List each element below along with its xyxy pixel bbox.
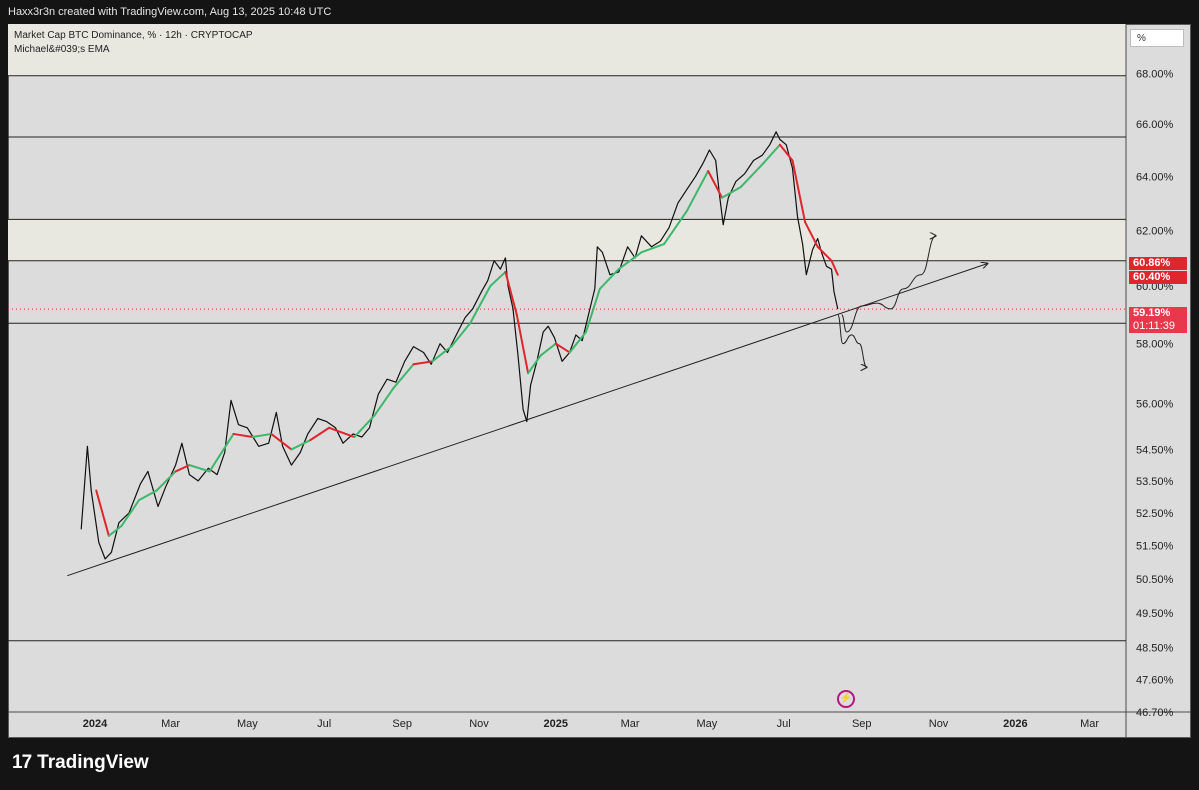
scale-mode-button[interactable]: % xyxy=(1130,29,1184,47)
ema-segment xyxy=(392,363,415,390)
ema-segment xyxy=(95,489,110,537)
ema-segment xyxy=(328,426,356,439)
ema-segment xyxy=(762,143,781,165)
symbol-label[interactable]: Market Cap BTC Dominance, % · 12h · CRYP… xyxy=(14,29,253,43)
x-tick-label: Jul xyxy=(317,718,331,730)
ema-segment xyxy=(373,387,395,417)
y-tick-label: 68.00% xyxy=(1136,68,1174,80)
brand-name: TradingView xyxy=(37,752,149,773)
y-tick-label: 62.00% xyxy=(1136,225,1174,237)
x-tick-label: Nov xyxy=(929,718,949,730)
x-tick-label: 2026 xyxy=(1003,718,1027,730)
bearish-scenario xyxy=(837,314,867,368)
ema-segment xyxy=(707,170,723,199)
ema-segment xyxy=(739,162,765,188)
ema-segment xyxy=(251,432,273,439)
y-tick-label: 46.70% xyxy=(1136,707,1174,719)
x-tick-label: Nov xyxy=(469,718,489,730)
price-chart[interactable]: 68.00%66.00%64.00%62.00%60.00%58.00%56.0… xyxy=(8,24,1191,738)
y-tick-label: 54.50% xyxy=(1136,444,1174,456)
y-tick-label: 49.50% xyxy=(1136,608,1174,620)
x-tick-label: Mar xyxy=(621,718,640,730)
chart-credit: Haxx3r3n created with TradingView.com, A… xyxy=(8,6,332,18)
bar-countdown: 01:11:39 xyxy=(1129,320,1187,333)
top-bar: Haxx3r3n created with TradingView.com, A… xyxy=(0,0,1199,24)
ema-segment xyxy=(685,170,710,213)
ema-segment xyxy=(539,342,557,357)
tradingview-logo-icon: 17 xyxy=(12,752,32,773)
ema-segment xyxy=(232,432,254,439)
ema-segment xyxy=(504,270,518,316)
y-tick-label: 64.00% xyxy=(1136,171,1174,183)
ema-segment xyxy=(568,330,588,354)
price-tag-ema-2: 60.40% xyxy=(1129,271,1187,284)
ema-segment xyxy=(469,285,492,325)
y-tick-label: 53.50% xyxy=(1136,476,1174,488)
tradingview-brand[interactable]: 17 TradingView xyxy=(12,752,149,774)
y-tick-label: 50.50% xyxy=(1136,574,1174,586)
ema-segment xyxy=(120,499,141,528)
lightning-bolt-icon[interactable]: ⚡ xyxy=(837,690,855,708)
x-tick-label: Sep xyxy=(852,718,872,730)
ema-segment xyxy=(138,489,158,502)
ema-segment xyxy=(188,464,211,473)
x-tick-label: Mar xyxy=(1080,718,1099,730)
indicator-label[interactable]: Michael&#039;s EMA xyxy=(14,43,253,57)
y-tick-label: 66.00% xyxy=(1136,119,1174,131)
price-tag-last: 59.19% xyxy=(1129,307,1187,320)
ema-segment xyxy=(720,185,742,199)
y-tick-label: 52.50% xyxy=(1136,508,1174,520)
y-tick-label: 56.00% xyxy=(1136,398,1174,410)
x-tick-label: Jul xyxy=(777,718,791,730)
x-tick-label: May xyxy=(237,718,258,730)
x-tick-label: Mar xyxy=(161,718,180,730)
price-tag-ema-1: 60.86% xyxy=(1129,257,1187,270)
y-tick-label: 47.60% xyxy=(1136,675,1174,687)
x-tick-label: 2024 xyxy=(83,718,108,730)
x-tick-label: May xyxy=(696,718,717,730)
shaded-zone-1 xyxy=(8,219,1126,261)
ema-segment xyxy=(290,439,312,451)
x-tick-label: 2025 xyxy=(544,718,568,730)
ema-segment xyxy=(208,432,235,473)
y-tick-label: 58.00% xyxy=(1136,339,1174,351)
ema-segment xyxy=(778,143,794,162)
chart-legend[interactable]: Market Cap BTC Dominance, % · 12h · CRYP… xyxy=(14,29,253,57)
y-tick-label: 48.50% xyxy=(1136,643,1174,655)
ema-segment xyxy=(489,270,507,288)
x-tick-label: Sep xyxy=(392,718,412,730)
ema-segment xyxy=(309,426,331,442)
ema-segment xyxy=(155,470,177,492)
y-tick-label: 51.50% xyxy=(1136,541,1174,553)
ema-segment xyxy=(107,525,123,537)
